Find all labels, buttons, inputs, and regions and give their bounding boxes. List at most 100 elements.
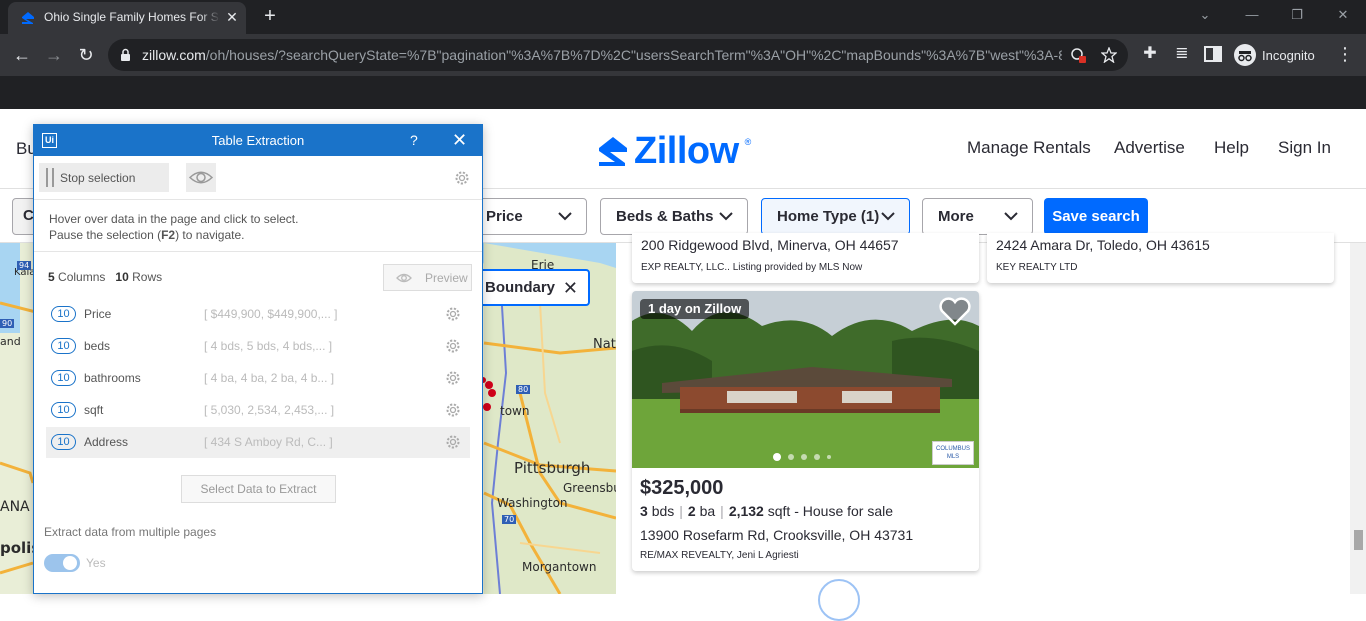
listing-card[interactable]: 1 day on Zillow COLUMBUS MLS $325,000 3 … — [632, 291, 979, 571]
eye-icon — [188, 171, 214, 184]
carousel-dot[interactable] — [827, 455, 831, 459]
column-sample-values: [ 434 S Amboy Rd, C... ] — [204, 435, 333, 449]
extensions-puzzle-icon[interactable]: ✚ — [1140, 43, 1160, 65]
column-count-badge: 10 — [51, 434, 76, 450]
help-icon[interactable]: ? — [410, 132, 418, 148]
restore-icon[interactable]: ❐ — [1285, 4, 1309, 26]
listing-broker: EXP REALTY, LLC.. Listing provided by ML… — [641, 262, 863, 273]
remove-boundary-icon[interactable]: ✕ — [563, 278, 578, 299]
scrollbar-thumb[interactable] — [1354, 530, 1363, 550]
browser-tab[interactable]: Ohio Single Family Homes For Sale ✕ — [8, 2, 246, 34]
extracted-column-row[interactable]: 10 sqft [ 5,030, 2,534, 2,453,... ] — [46, 395, 470, 426]
window-close-icon[interactable]: ✕ — [1331, 4, 1355, 26]
stop-selection-button[interactable]: Stop selection — [39, 163, 169, 192]
reload-icon[interactable]: ↻ — [74, 43, 98, 67]
favorite-heart-icon[interactable] — [938, 297, 972, 327]
incognito-indicator[interactable]: Incognito — [1234, 43, 1315, 67]
column-settings-gear-icon[interactable] — [445, 306, 461, 322]
panel-close-icon[interactable]: ✕ — [452, 130, 467, 151]
toggle-label: Yes — [86, 556, 106, 570]
multi-page-toggle[interactable] — [44, 554, 80, 572]
boundary-label: Boundary — [485, 279, 556, 296]
listings-panel: 200 Ridgewood Blvd, Minerva, OH 44657 EX… — [616, 233, 1366, 621]
highlight-toggle-button[interactable] — [186, 163, 216, 192]
carousel-dot[interactable] — [773, 453, 781, 461]
column-sample-values: [ $449,900, $449,900,... ] — [204, 307, 338, 321]
column-name[interactable]: sqft — [84, 403, 103, 417]
extracted-column-row[interactable]: 10 beds [ 4 bds, 5 bds, 4 bds,... ] — [46, 331, 470, 362]
table-extraction-panel: Table Extraction Ui ? ✕ Stop selection H… — [33, 124, 483, 594]
preview-button[interactable]: Preview — [383, 264, 472, 291]
new-tab-icon[interactable]: + — [258, 5, 282, 29]
columns-rows-summary: 5 Columns 10 Rows — [48, 270, 163, 284]
more-filter-button[interactable]: More — [922, 198, 1033, 235]
column-settings-gear-icon[interactable] — [445, 402, 461, 418]
lock-icon — [121, 48, 130, 61]
column-settings-gear-icon[interactable] — [445, 370, 461, 386]
forward-icon[interactable]: → — [42, 43, 66, 67]
extracted-column-row[interactable]: 10 bathrooms [ 4 ba, 4 ba, 2 ba, 4 b... … — [46, 363, 470, 394]
column-name[interactable]: bathrooms — [84, 371, 141, 385]
sqft-value: 2,132 — [728, 503, 764, 519]
stop-selection-label: Stop selection — [60, 171, 136, 185]
map-label-town: town — [500, 404, 530, 418]
carousel-dot[interactable] — [788, 454, 794, 460]
url-text[interactable]: zillow.com/oh/houses/?searchQueryState=%… — [142, 47, 1062, 63]
zillow-logo-icon — [599, 137, 627, 166]
nav-manage-rentals[interactable]: Manage Rentals — [967, 138, 1091, 158]
logo-registered: ® — [744, 137, 752, 147]
loading-spinner-icon — [818, 579, 860, 621]
listing-card-partial[interactable]: 200 Ridgewood Blvd, Minerva, OH 44657 EX… — [632, 233, 979, 283]
zillow-favicon-icon — [22, 12, 34, 24]
page-scrollbar[interactable] — [1350, 243, 1366, 594]
address-bar[interactable]: zillow.com/oh/houses/?searchQueryState=%… — [108, 39, 1128, 71]
settings-gear-icon[interactable] — [454, 170, 470, 186]
hint-line-2: Pause the selection (F2) to navigate. — [49, 228, 245, 242]
extracted-column-row[interactable]: 10 Address [ 434 S Amboy Rd, C... ] — [46, 427, 470, 458]
carousel-dot[interactable] — [814, 454, 820, 460]
listing-card-partial[interactable]: 2424 Amara Dr, Toledo, OH 43615 KEY REAL… — [987, 233, 1334, 283]
column-count-badge: 10 — [51, 306, 76, 322]
nav-sign-in[interactable]: Sign In — [1278, 138, 1331, 158]
home-type-filter-button[interactable]: Home Type (1) — [761, 198, 910, 235]
select-data-button[interactable]: Select Data to Extract — [181, 475, 336, 503]
extracted-column-row[interactable]: 10 Price [ $449,900, $449,900,... ] — [46, 299, 470, 330]
minimize-icon[interactable]: — — [1240, 4, 1264, 26]
boundary-chip[interactable]: Boundary ✕ — [474, 269, 590, 306]
listing-address[interactable]: 13900 Rosefarm Rd, Crooksville, OH 43731 — [640, 527, 913, 543]
column-name[interactable]: Price — [84, 307, 111, 321]
map-shield-90: 90 — [0, 319, 15, 328]
side-panel-icon[interactable] — [1204, 46, 1222, 62]
beds-baths-filter-button[interactable]: Beds & Baths — [600, 198, 748, 235]
photo-carousel-dots[interactable] — [773, 453, 831, 461]
bookmark-star-icon[interactable] — [1101, 47, 1117, 63]
column-sample-values: [ 4 bds, 5 bds, 4 bds,... ] — [204, 339, 333, 353]
listing-badge: 1 day on Zillow — [640, 299, 750, 319]
panel-toolbar: Stop selection — [34, 156, 482, 200]
map-label-and: and — [0, 335, 21, 348]
media-control-icon[interactable]: ≣ — [1172, 43, 1192, 65]
column-settings-gear-icon[interactable] — [445, 434, 461, 450]
price-filter-button[interactable]: Price — [470, 198, 587, 235]
browser-menu-icon[interactable]: ⋮ — [1336, 44, 1354, 66]
column-name[interactable]: Address — [84, 435, 128, 449]
tracking-blocked-icon[interactable] — [1070, 47, 1086, 63]
column-settings-gear-icon[interactable] — [445, 338, 461, 354]
map-shield-80: 80 — [516, 385, 531, 394]
tab-search-icon[interactable]: ⌄ — [1193, 4, 1217, 26]
back-icon[interactable]: ← — [10, 43, 34, 67]
zillow-logo[interactable]: Zillow ® — [598, 130, 752, 172]
map-label-morgantown: Morgantown — [522, 560, 597, 574]
chevron-down-icon — [719, 212, 733, 221]
carousel-dot[interactable] — [801, 454, 807, 460]
tab-close-icon[interactable]: ✕ — [224, 9, 240, 25]
save-search-button[interactable]: Save search — [1044, 198, 1148, 235]
nav-help[interactable]: Help — [1214, 138, 1249, 158]
uipath-logo-icon: Ui — [42, 133, 57, 148]
column-name[interactable]: beds — [84, 339, 110, 353]
map-label-nat: Nat — [593, 337, 616, 352]
listing-price: $325,000 — [640, 477, 724, 499]
nav-advertise[interactable]: Advertise — [1114, 138, 1185, 158]
map-label-greensburg: Greensbur — [563, 481, 616, 495]
column-sample-values: [ 4 ba, 4 ba, 2 ba, 4 b... ] — [204, 371, 335, 385]
